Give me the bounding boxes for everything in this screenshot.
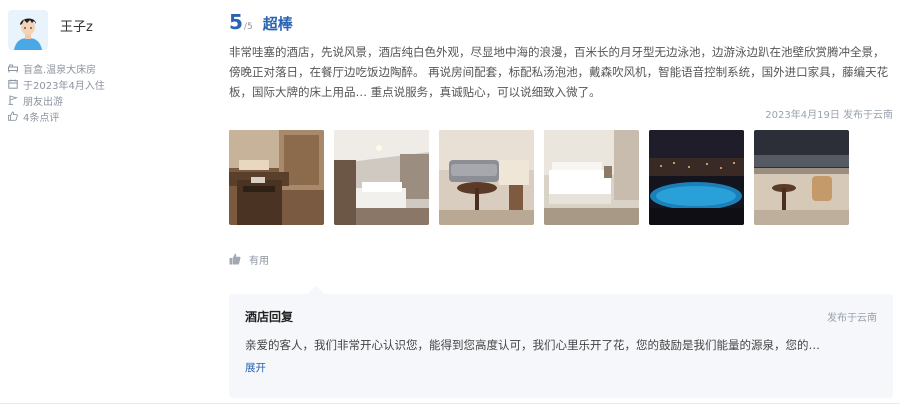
review-photo-4[interactable] <box>544 130 639 225</box>
review-date-location: 2023年4月19日 发布于云南 <box>765 110 893 121</box>
travel-type: 朋友出游 <box>23 96 63 108</box>
divider <box>0 403 900 404</box>
bed-icon <box>8 64 18 73</box>
useful-label: 有用 <box>249 255 269 267</box>
review-count-row: 4条点评 <box>8 108 208 124</box>
reply-location: 发布于云南 <box>827 312 877 324</box>
hotel-reply: 酒店回复 发布于云南 亲爱的客人，我们非常开心认识您，能得到您高度认可，我们心里… <box>229 286 893 398</box>
calendar-icon <box>8 79 18 89</box>
review-photo-3[interactable] <box>439 130 534 225</box>
reply-header: 酒店回复 发布于云南 <box>245 308 877 324</box>
review-photo-6[interactable] <box>754 130 849 225</box>
review-photo-5[interactable] <box>649 130 744 225</box>
reviewer-meta: 盲盒.温泉大床房 于2023年4月入住 朋友出游 4条点评 <box>8 60 208 124</box>
review-card: 5 /5 超棒 非常哇塞的酒店，先说风景，酒店纯白色外观，尽显地中海的浪漫，百米… <box>229 10 893 398</box>
thumbs-up-outline-icon <box>8 111 18 121</box>
rating-label: 超棒 <box>262 15 293 33</box>
room-type: 盲盒.温泉大床房 <box>23 64 97 76</box>
review-photo-2[interactable] <box>334 130 429 225</box>
review-photos <box>229 130 893 225</box>
rating-line: 5 /5 超棒 <box>229 10 893 36</box>
reply-expand-link[interactable]: 展开 <box>245 360 266 375</box>
rating-max: /5 <box>243 22 253 32</box>
reply-pointer <box>307 286 325 294</box>
travel-type-row: 朋友出游 <box>8 92 208 108</box>
review-count[interactable]: 4条点评 <box>23 109 59 124</box>
travel-flag-icon <box>8 95 18 105</box>
reply-text: 亲爱的客人，我们非常开心认识您，能得到您高度认可，我们心里乐开了花，您的鼓励是我… <box>245 338 820 352</box>
reviewer-name[interactable]: 王子z <box>60 16 93 35</box>
stay-date-row: 于2023年4月入住 <box>8 76 208 92</box>
useful-button[interactable]: 有用 <box>229 252 893 267</box>
room-type-row: 盲盒.温泉大床房 <box>8 60 208 76</box>
stay-date: 于2023年4月入住 <box>23 80 105 92</box>
thumbs-up-icon <box>229 253 241 265</box>
rating-score: 5 <box>229 10 243 34</box>
reply-title: 酒店回复 <box>245 309 294 324</box>
avatar[interactable] <box>8 10 48 50</box>
review-text: 非常哇塞的酒店，先说风景，酒店纯白色外观，尽显地中海的浪漫，百米长的月牙型无边泳… <box>229 45 889 99</box>
review-photo-1[interactable] <box>229 130 324 225</box>
